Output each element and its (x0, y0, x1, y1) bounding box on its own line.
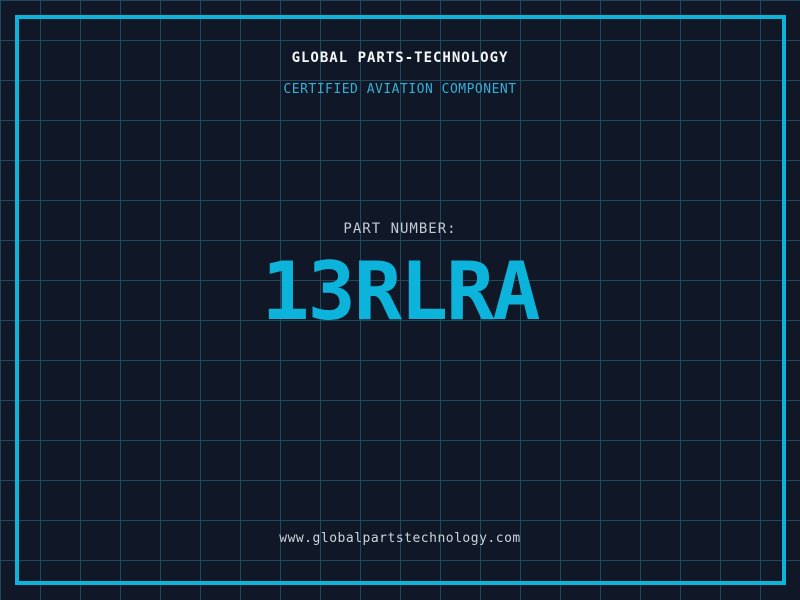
website-url: www.globalpartstechnology.com (0, 531, 800, 546)
part-number-label: PART NUMBER: (0, 221, 800, 237)
part-display-screen: GLOBAL PARTS-TECHNOLOGY CERTIFIED AVIATI… (0, 0, 800, 600)
certification-subtitle: CERTIFIED AVIATION COMPONENT (0, 82, 800, 97)
company-title: GLOBAL PARTS-TECHNOLOGY (0, 50, 800, 66)
part-number-value: 13RLRA (0, 252, 800, 332)
